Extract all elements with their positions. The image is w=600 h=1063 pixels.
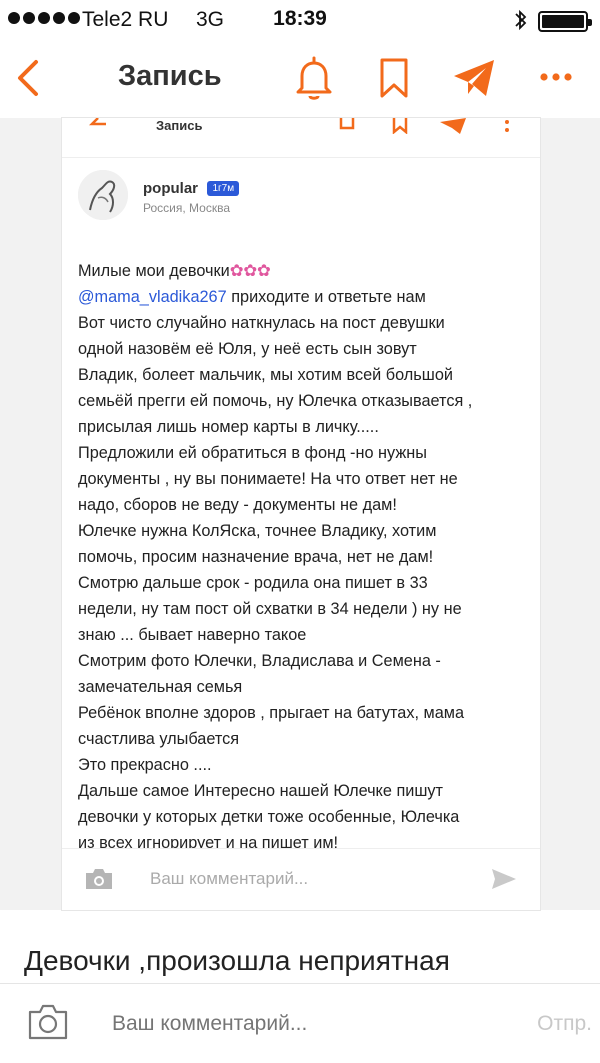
post-line: Милые мои девочки✿✿✿: [78, 262, 271, 280]
post-line: Владик, болеет мальчик, мы хотим всей бо…: [78, 366, 453, 384]
post-line: документы , ну вы понимаете! На что отве…: [78, 470, 458, 488]
embedded-share-icon: [440, 118, 466, 134]
post-line: Юлечке нужна КолЯска, точнее Владику, хо…: [78, 522, 437, 540]
post-line-mention: @mama_vladika267 приходите и ответьте на…: [78, 288, 426, 306]
post-line: счастлива улыбается: [78, 730, 240, 748]
embedded-comment-bar: Ваш комментарий...: [62, 848, 540, 910]
embedded-title: Запись: [156, 118, 203, 133]
post-line: надо, сборов не веду - документы не дам!: [78, 496, 397, 514]
embedded-more-icon: [505, 120, 509, 132]
post-line: Смотрю дальше срок - родила она пишет в …: [78, 574, 428, 592]
post-line: Вот чисто случайно наткнулась на пост де…: [78, 314, 445, 332]
post-line: замечательная семья: [78, 678, 243, 696]
post-line: Дальше самое Интересно нашей Юлечке пишу…: [78, 782, 444, 800]
bookmark-icon[interactable]: [370, 54, 418, 102]
author-name: popular: [143, 180, 198, 197]
embedded-send-icon: [490, 867, 518, 896]
status-time: 18:39: [273, 7, 327, 30]
next-post-title[interactable]: Девочки ,произошла неприятная: [24, 945, 584, 977]
bluetooth-icon: [514, 8, 528, 38]
back-arrow-icon[interactable]: [10, 58, 50, 98]
post-line: недели, ну там пост ой схватки в 34 неде…: [78, 600, 462, 618]
post-line: девочки у которых детки тоже особенные, …: [78, 808, 460, 826]
mention-link[interactable]: @mama_vladika267: [78, 288, 227, 306]
embedded-comment-placeholder: Ваш комментарий...: [150, 869, 309, 888]
flowers-emoji: ✿✿✿: [229, 262, 271, 280]
embedded-header: Запись: [62, 118, 540, 158]
post-line: семьёй прегги ей помочь, ну Юлечка отказ…: [78, 392, 473, 410]
post-line: знаю ... бывает наверно такое: [78, 626, 307, 644]
embedded-back-arrow-icon: [88, 118, 106, 126]
avatar: [78, 170, 128, 220]
share-plane-icon[interactable]: [450, 54, 498, 102]
more-dots-icon[interactable]: [536, 62, 584, 110]
post-line: Предложили ей обратиться в фонд -но нужн…: [78, 444, 427, 462]
camera-icon[interactable]: [26, 1002, 70, 1047]
author-badge: 1г7м: [207, 181, 240, 196]
send-button[interactable]: Отпр.: [537, 1012, 592, 1036]
post-line: Смотрим фото Юлечки, Владислава и Семена…: [78, 652, 441, 670]
status-bar: Tele2 RU 3G 18:39: [0, 0, 600, 40]
page-title: Запись: [118, 60, 222, 92]
post-line: присылая лишь номер карты в личку.....: [78, 418, 379, 436]
comment-bar: Отпр.: [0, 983, 600, 1063]
post-text: Милые мои девочки✿✿✿ @mama_vladika267 пр…: [78, 258, 538, 856]
post-line: Это прекрасно ....: [78, 756, 212, 774]
embedded-bookmark-icon: [392, 118, 408, 134]
embedded-screenshot: Запись popular 1г7м Россия, Москва Милые…: [62, 118, 540, 910]
post-line: помочь, просим назначение врача, нет не …: [78, 548, 434, 566]
author-location: Россия, Москва: [143, 201, 230, 215]
post-line: одной назовём её Юля, у неё есть сын зов…: [78, 340, 417, 358]
bell-icon[interactable]: [290, 54, 338, 102]
embedded-bell-icon: [339, 118, 355, 130]
nav-bar: Запись: [0, 40, 600, 118]
battery-icon: [538, 11, 592, 32]
comment-input[interactable]: [112, 1012, 492, 1036]
post-author: popular 1г7м Россия, Москва: [78, 170, 240, 220]
post-line: Ребёнок вполне здоров , прыгает на батут…: [78, 704, 465, 722]
embedded-camera-icon: [84, 867, 114, 896]
